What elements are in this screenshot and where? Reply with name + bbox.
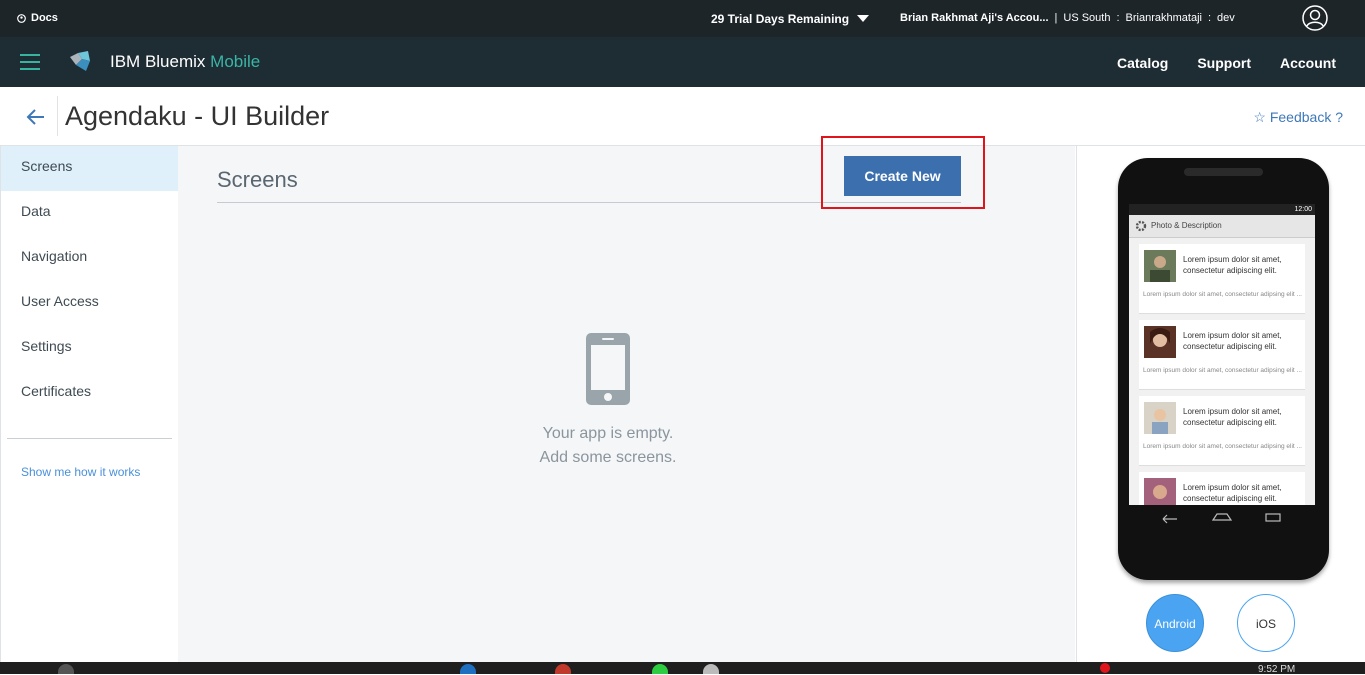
card-subtext: Lorem ipsum dolor sit amet, consectetur … [1143,443,1302,450]
taskbar-app-icon[interactable] [652,664,668,674]
gear-icon [1135,220,1147,232]
card-text: Lorem ipsum dolor sit amet, consectetur … [1183,255,1282,275]
os-taskbar: 9:52 PM [0,662,1365,675]
docs-link[interactable]: Docs [17,12,58,24]
header-divider [57,96,58,136]
empty-state-message: Your app is empty. Add some screens. [508,422,708,470]
colon: : [1207,12,1212,24]
card-subtext: Lorem ipsum dolor sit amet, consectetur … [1143,367,1302,374]
device-preview-panel: 12:00 Photo & Description Lorem ipsum do… [1076,146,1365,662]
brand-name: IBM Bluemix [110,52,206,71]
trial-dropdown[interactable]: 29 Trial Days Remaining [711,12,870,26]
page-header: Agendaku - UI Builder ☆ Feedback ? [0,87,1365,146]
sidebar-divider [7,438,172,439]
section-heading: Screens [217,167,298,192]
phone-speaker [1184,168,1263,176]
chevron-down-icon [857,15,870,22]
notification-badge-icon [1100,663,1110,673]
status-time: 12:00 [1294,206,1312,213]
smartphone-icon [586,333,630,405]
bluemix-logo-icon [70,51,90,71]
org-label: Brianrakhmataji [1125,12,1202,24]
taskbar-app-icon[interactable] [555,664,571,674]
photo-thumbnail [1144,250,1176,282]
back-arrow-icon[interactable] [26,108,46,126]
colon: : [1116,12,1120,24]
feedback-link[interactable]: ☆ Feedback ? [1253,109,1343,126]
phone-screen: 12:00 Photo & Description Lorem ipsum do… [1129,204,1315,527]
list-item: Lorem ipsum dolor sit amet, consectetur … [1139,320,1305,390]
phone-app-bar: Photo & Description [1129,215,1315,238]
list-item: Lorem ipsum dolor sit amet, consectetur … [1139,396,1305,466]
sidebar-item-data[interactable]: Data [1,191,178,236]
sidebar: Screens Data Navigation User Access Sett… [0,146,179,662]
card-text: Lorem ipsum dolor sit amet, consectetur … [1183,331,1282,351]
phone-status-bar: 12:00 [1129,204,1315,215]
phone-mockup: 12:00 Photo & Description Lorem ipsum do… [1118,158,1329,580]
top-utility-bar: Docs 29 Trial Days Remaining Brian Rakhm… [0,0,1365,37]
main-panel: Screens Create New Your app is empty. Ad… [178,136,1075,662]
taskbar-app-icon[interactable] [58,664,74,674]
photo-thumbnail [1144,326,1176,358]
nav-link-account[interactable]: Account [1280,55,1336,71]
phone-app-title: Photo & Description [1151,221,1222,230]
sidebar-item-certificates[interactable]: Certificates [1,371,178,416]
list-item: Lorem ipsum dolor sit amet, consectetur … [1139,244,1305,314]
photo-thumbnail [1144,402,1176,434]
sidebar-item-user-access[interactable]: User Access [1,281,178,326]
space-label: dev [1217,12,1235,24]
separator: | [1054,12,1058,24]
card-text: Lorem ipsum dolor sit amet, consectetur … [1183,483,1282,503]
highlight-box [821,136,985,209]
main-navbar: IBM Bluemix Mobile Catalog Support Accou… [0,37,1365,87]
docs-icon [17,13,26,23]
empty-line-2: Add some screens. [539,449,677,466]
account-name: Brian Rakhmat Aji's Accou... [900,12,1049,24]
android-nav-icons [1162,513,1281,524]
page-title: Agendaku - UI Builder [65,101,330,131]
nav-links: Catalog Support Account [1117,55,1336,71]
sidebar-item-navigation[interactable]: Navigation [1,236,178,281]
android-toggle-button[interactable]: Android [1146,594,1204,652]
region-label: US South [1063,12,1111,24]
user-avatar-icon[interactable] [1302,5,1328,31]
trial-label: 29 Trial Days Remaining [711,12,850,26]
docs-label: Docs [31,12,58,24]
sidebar-item-settings[interactable]: Settings [1,326,178,371]
brand-title[interactable]: IBM Bluemix Mobile [110,52,260,72]
phone-soft-keys [1129,505,1315,527]
nav-link-catalog[interactable]: Catalog [1117,55,1168,71]
show-me-how-link[interactable]: Show me how it works [21,465,140,479]
taskbar-app-icon[interactable] [703,664,719,674]
nav-link-support[interactable]: Support [1197,55,1251,71]
taskbar-app-icon[interactable] [460,664,476,674]
card-text: Lorem ipsum dolor sit amet, consectetur … [1183,407,1282,427]
empty-line-1: Your app is empty. [542,425,674,442]
sidebar-item-screens[interactable]: Screens [1,146,178,191]
hamburger-menu-icon[interactable] [20,54,40,70]
taskbar-clock: 9:52 PM [1258,664,1296,675]
ios-toggle-button[interactable]: iOS [1237,594,1295,652]
card-subtext: Lorem ipsum dolor sit amet, consectetur … [1143,291,1302,298]
brand-suffix: Mobile [210,52,261,71]
account-context[interactable]: Brian Rakhmat Aji's Accou... | US South … [900,12,1235,24]
